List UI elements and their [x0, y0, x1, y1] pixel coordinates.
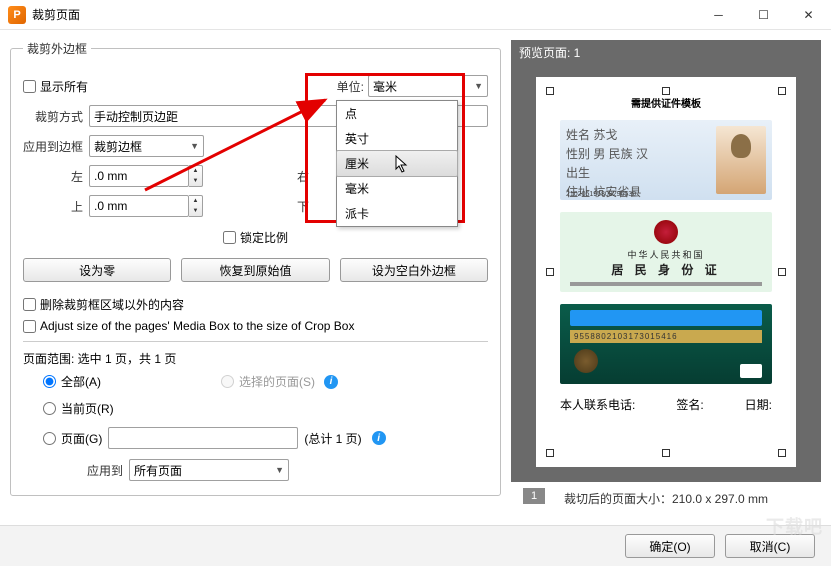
preview-area[interactable]: 需提供证件模板 姓名 苏戈性别 男 民族 汉出生住址 杭安省县 21020519…: [511, 65, 821, 482]
crop-handle[interactable]: [662, 87, 670, 95]
top-label: 上: [23, 198, 83, 215]
app-icon: P: [8, 6, 26, 24]
crop-method-label: 裁剪方式: [23, 108, 83, 125]
crop-handle[interactable]: [778, 449, 786, 457]
apply-border-label: 应用到边框: [23, 138, 83, 155]
bank-card: 9558802103173015416: [560, 304, 772, 384]
close-button[interactable]: ✕: [786, 0, 831, 30]
apply-to-label: 应用到: [63, 462, 123, 479]
group-title: 裁剪外边框: [23, 40, 91, 57]
id-card-back: 中华人民共和国 居 民 身 份 证: [560, 212, 772, 292]
top-spinner[interactable]: ▲▼: [189, 195, 203, 217]
dropdown-option[interactable]: 毫米: [337, 176, 457, 201]
set-blank-button[interactable]: 设为空白外边框: [340, 258, 488, 282]
window-title: 裁剪页面: [32, 6, 696, 23]
preview-header: 预览页面: 1: [511, 40, 821, 65]
page-thumb[interactable]: 1: [523, 488, 545, 504]
unit-label: 单位:: [337, 78, 364, 95]
watermark: 下载吧: [766, 513, 823, 539]
chevron-down-icon: ▼: [275, 465, 284, 475]
show-all-checkbox[interactable]: 显示所有: [23, 78, 88, 95]
radio-current[interactable]: 当前页(R): [43, 400, 488, 417]
doc-footer: 本人联系电话:签名:日期:: [560, 396, 772, 413]
minimize-button[interactable]: ─: [696, 0, 741, 30]
dropdown-option[interactable]: 英寸: [337, 126, 457, 151]
crop-handle[interactable]: [546, 268, 554, 276]
left-label: 左: [23, 168, 83, 185]
pages-input[interactable]: [108, 427, 298, 449]
crop-handle[interactable]: [778, 87, 786, 95]
apply-to-select[interactable]: 所有页面 ▼: [129, 459, 289, 481]
crop-handle[interactable]: [546, 449, 554, 457]
unit-dropdown[interactable]: 点英寸厘米毫米派卡: [336, 100, 458, 227]
chevron-down-icon: ▼: [474, 81, 483, 91]
set-zero-button[interactable]: 设为零: [23, 258, 171, 282]
adjust-media-checkbox[interactable]: Adjust size of the pages' Media Box to t…: [23, 319, 488, 333]
apply-border-select[interactable]: 裁剪边框 ▼: [89, 135, 204, 157]
preview-page[interactable]: 需提供证件模板 姓名 苏戈性别 男 民族 汉出生住址 杭安省县 21020519…: [536, 77, 796, 467]
doc-title: 需提供证件模板: [560, 95, 772, 110]
lock-ratio-checkbox[interactable]: 锁定比例: [223, 229, 288, 246]
dialog-buttons: 确定(O) 取消(C): [0, 525, 831, 566]
radio-all[interactable]: 全部(A): [43, 373, 101, 390]
left-input[interactable]: [89, 165, 189, 187]
titlebar: P 裁剪页面 ─ ☐ ✕: [0, 0, 831, 30]
unit-select[interactable]: 毫米 ▼: [368, 75, 488, 97]
page-range-title: 页面范围: 选中 1 页，共 1 页: [23, 350, 488, 367]
radio-pages[interactable]: 页面(G): [43, 430, 102, 447]
crop-handle[interactable]: [662, 449, 670, 457]
top-input[interactable]: [89, 195, 189, 217]
left-spinner[interactable]: ▲▼: [189, 165, 203, 187]
crop-handle[interactable]: [546, 87, 554, 95]
pages-total: (总计 1 页): [304, 430, 361, 447]
id-card-front: 姓名 苏戈性别 男 民族 汉出生住址 杭安省县 2102051968082965…: [560, 120, 772, 200]
maximize-button[interactable]: ☐: [741, 0, 786, 30]
radio-selected[interactable]: 选择的页面(S) i: [221, 373, 338, 390]
page-size-info: 裁切后的页面大小：210.0 x 297.0 mm: [511, 482, 821, 515]
dropdown-option[interactable]: 厘米: [336, 150, 458, 177]
dropdown-option[interactable]: 派卡: [337, 201, 457, 226]
crop-handle[interactable]: [778, 268, 786, 276]
restore-button[interactable]: 恢复到原始值: [181, 258, 329, 282]
info-icon[interactable]: i: [372, 431, 386, 445]
remove-outside-checkbox[interactable]: 删除裁剪框区域以外的内容: [23, 296, 488, 313]
dropdown-option[interactable]: 点: [337, 101, 457, 126]
bottom-label: 下: [249, 198, 309, 215]
chevron-down-icon: ▼: [190, 141, 199, 151]
separator: [23, 341, 488, 342]
right-label: 右: [249, 168, 309, 185]
info-icon[interactable]: i: [324, 375, 338, 389]
ok-button[interactable]: 确定(O): [625, 534, 715, 558]
